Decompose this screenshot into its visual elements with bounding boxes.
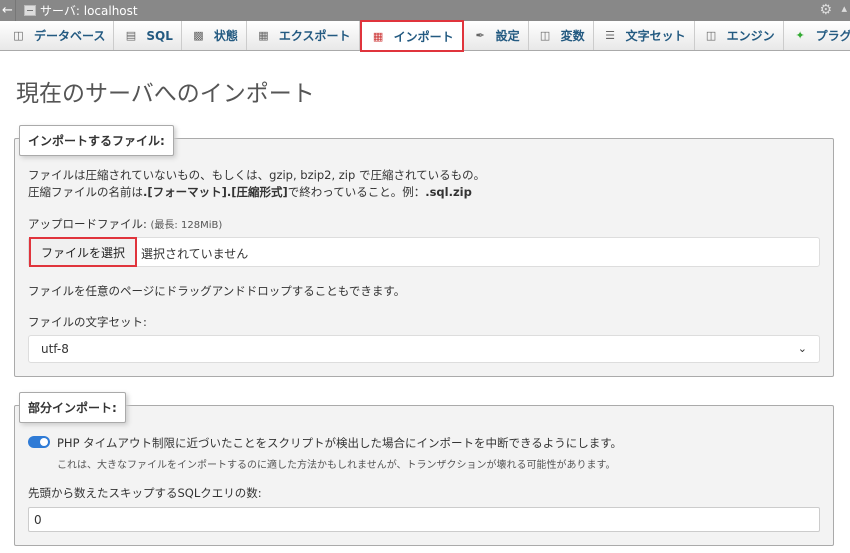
gear-icon[interactable]: ⚙ [819, 2, 832, 18]
tab-label: 変数 [560, 29, 585, 43]
tab-label: インポート [393, 29, 454, 44]
wrench-icon: ✒ [475, 29, 485, 42]
tab-label: データベース [34, 29, 106, 43]
server-tabs: ◫ データベース ▤ SQL ▩ 状態 ▦ エクスポート ▦ インポート ✒ 設… [0, 20, 850, 52]
compression-info: ファイルは圧縮されていないもの、もしくは、gzip, bzip2, zip で圧… [28, 168, 486, 182]
compression-example: .sql.zip [425, 185, 472, 199]
sql-icon: ▤ [125, 29, 137, 42]
tab-variables[interactable]: ◫ 変数 [528, 21, 594, 50]
engine-icon: ◫ [705, 29, 717, 42]
tab-label: SQL [146, 28, 173, 43]
collapse-icon[interactable]: ▴ [841, 2, 847, 15]
tab-plugins[interactable]: ✦ プラグイン [783, 21, 850, 50]
tab-label: 文字セット [625, 29, 686, 43]
compression-name-middle: で終わっていること。例： [287, 185, 426, 199]
skip-queries-label: 先頭から数えたスキップするSQLクエリの数: [28, 486, 262, 500]
partial-import-legend: 部分インポート: [19, 392, 126, 423]
tab-engines[interactable]: ◫ エンジン [694, 21, 784, 50]
top-bar: ← サーバ: localhost ⚙ ▴ [0, 0, 850, 21]
database-icon: ◫ [13, 29, 24, 42]
tab-import[interactable]: ▦ インポート [359, 20, 464, 52]
chevron-down-icon: ⌄ [797, 342, 807, 355]
upload-label-row: アップロードファイル: (最長: 128MiB) [28, 216, 222, 232]
tab-databases[interactable]: ◫ データベース [0, 21, 115, 50]
server-icon [24, 5, 36, 16]
compression-name-info: 圧縮ファイルの名前は.[フォーマット].[圧縮形式]で終わっていること。例：.s… [28, 184, 472, 200]
export-icon: ▦ [258, 29, 269, 42]
tab-sql[interactable]: ▤ SQL [114, 21, 182, 50]
variables-icon: ◫ [539, 29, 551, 42]
charset-label: ファイルの文字セット: [28, 315, 147, 329]
allow-interrupt-label[interactable]: PHP タイムアウト制限に近づいたことをスクリプトが検出した場合にインポートを中… [57, 435, 622, 451]
tab-label: エンジン [726, 29, 775, 43]
file-input[interactable]: ファイルを選択 選択されていません [28, 237, 820, 267]
file-status: 選択されていません [141, 247, 249, 261]
import-file-legend: インポートするファイル: [19, 125, 174, 156]
tab-status[interactable]: ▩ 状態 [181, 21, 247, 50]
status-icon: ▩ [193, 29, 204, 42]
tab-label: 設定 [495, 29, 520, 43]
plugin-icon: ✦ [795, 29, 805, 42]
drag-hint: ファイルを任意のページにドラッグアンドドロップすることもできます。 [28, 284, 406, 298]
arrow-left-icon[interactable]: ← [0, 0, 16, 21]
compression-format: .[フォーマット].[圧縮形式] [143, 185, 288, 199]
max-size: (最長: 128MiB) [150, 220, 223, 231]
charset-icon: ☰ [605, 29, 616, 42]
compression-name-prefix: 圧縮ファイルの名前は [28, 185, 143, 199]
import-file-fieldset: インポートするファイル: ファイルは圧縮されていないもの、もしくは、gzip, … [14, 125, 834, 377]
tab-label: プラグイン [815, 29, 850, 43]
tab-label: エクスポート [278, 29, 351, 43]
upload-label: アップロードファイル: [28, 217, 147, 231]
tab-settings[interactable]: ✒ 設定 [463, 21, 529, 50]
tab-export[interactable]: ▦ エクスポート [246, 21, 360, 50]
skip-queries-input[interactable]: 0 [28, 507, 820, 532]
allow-interrupt-toggle[interactable] [28, 436, 50, 448]
import-icon: ▦ [372, 29, 384, 43]
tab-label: 状態 [213, 29, 238, 43]
charset-value: utf-8 [41, 342, 69, 356]
partial-import-fieldset: 部分インポート: PHP タイムアウト制限に近づいたことをスクリプトが検出した場… [14, 392, 834, 546]
choose-file-button[interactable]: ファイルを選択 [29, 237, 138, 267]
charset-select[interactable]: utf-8 ⌄ [28, 335, 820, 363]
breadcrumb[interactable]: サーバ: localhost [40, 2, 138, 19]
tab-charsets[interactable]: ☰ 文字セット [593, 21, 695, 50]
page-title: 現在のサーバへのインポート [16, 81, 315, 107]
allow-interrupt-note: これは、大きなファイルをインポートするのに適した方法かもしれませんが、トランザク… [57, 460, 616, 471]
